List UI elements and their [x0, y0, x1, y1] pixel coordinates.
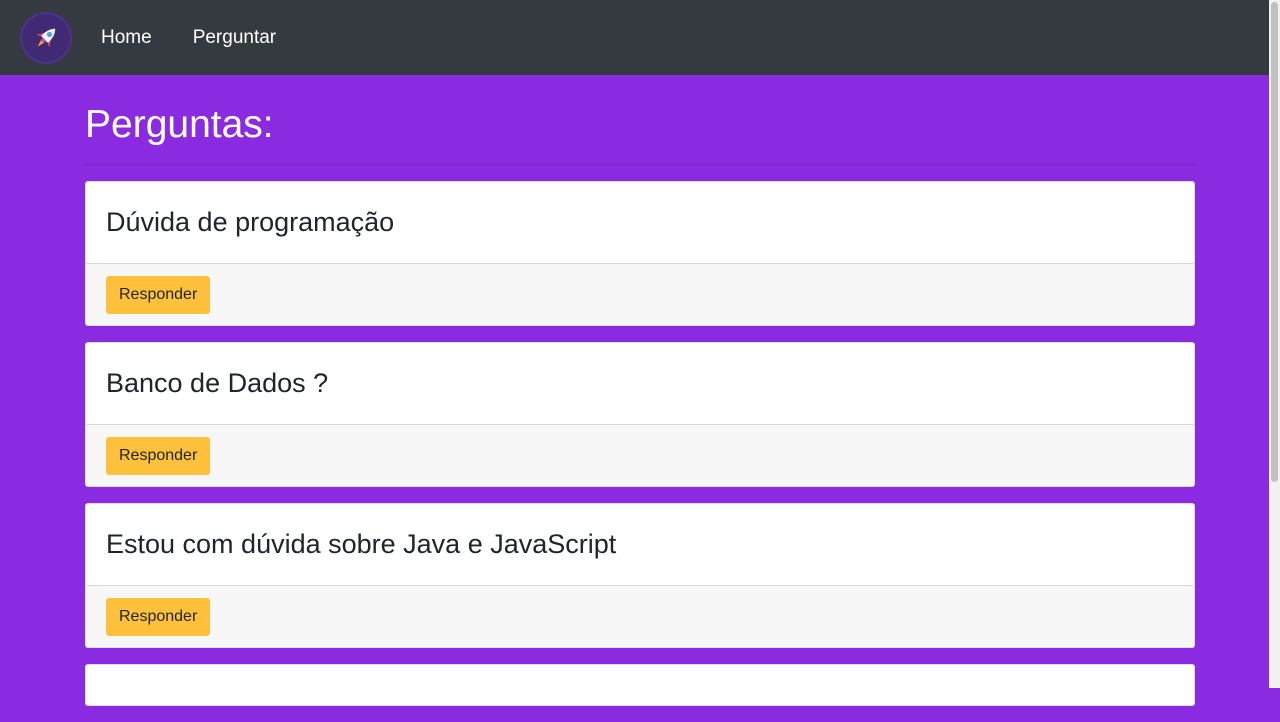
question-card: Dúvida de programação Responder: [85, 181, 1195, 326]
nav-link-perguntar[interactable]: Perguntar: [193, 27, 276, 49]
answer-button[interactable]: Responder: [106, 597, 211, 636]
rocket-icon: [36, 28, 56, 47]
scrollbar[interactable]: [1269, 0, 1280, 688]
question-card: Estou com dúvida sobre Java e JavaScript…: [85, 503, 1195, 648]
card-footer: Responder: [86, 263, 1194, 325]
card-body: Banco de Dados ?: [86, 343, 1194, 424]
question-title: Banco de Dados ?: [106, 368, 329, 398]
question-title: Dúvida de programação: [106, 207, 395, 237]
question-title: Estou com dúvida sobre Java e JavaScript: [106, 529, 617, 559]
navbar: Home Perguntar: [0, 0, 1269, 75]
question-card: [85, 664, 1195, 706]
card-body: Estou com dúvida sobre Java e JavaScript: [86, 504, 1194, 585]
nav-link-home[interactable]: Home: [101, 27, 152, 49]
card-body: Dúvida de programação: [86, 182, 1194, 263]
divider: [85, 164, 1195, 165]
main-content: Perguntas: Dúvida de programação Respond…: [85, 75, 1195, 722]
logo-link[interactable]: [20, 11, 72, 64]
scrollbar-thumb[interactable]: [1271, 2, 1278, 482]
card-footer: Responder: [86, 585, 1194, 647]
page-title: Perguntas:: [85, 103, 274, 146]
card-footer: Responder: [86, 424, 1194, 486]
question-card: Banco de Dados ? Responder: [85, 342, 1195, 487]
answer-button[interactable]: Responder: [106, 275, 211, 314]
answer-button[interactable]: Responder: [106, 436, 211, 475]
